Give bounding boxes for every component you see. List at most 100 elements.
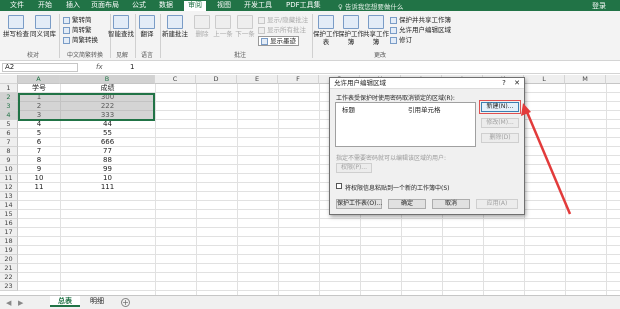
row-header[interactable]: 1 <box>0 84 18 93</box>
formula-input[interactable]: 1 <box>130 63 134 71</box>
spell-check-button[interactable]: 拼写检查 <box>3 15 29 38</box>
protect-sheet-button[interactable]: 保护工作表 <box>313 15 339 46</box>
protect-workbook-button[interactable]: 保护工作簿 <box>338 15 364 46</box>
table-cell[interactable]: 学号 <box>18 84 60 93</box>
show-all-comments-button[interactable]: 显示所有批注 <box>258 26 306 34</box>
column-header-c[interactable]: C <box>155 75 196 84</box>
tab-data[interactable]: 数据 <box>155 1 177 10</box>
column-header-e[interactable]: E <box>237 75 278 84</box>
tab-page-layout[interactable]: 页面布局 <box>87 1 123 10</box>
row-header[interactable]: 8 <box>0 147 18 156</box>
row-header[interactable]: 14 <box>0 201 18 210</box>
row-header[interactable]: 12 <box>0 183 18 192</box>
table-cell[interactable]: 11 <box>18 183 60 192</box>
row-header[interactable]: 2 <box>0 93 18 102</box>
share-workbook-button[interactable]: 共享工作簿 <box>363 15 389 46</box>
show-hide-comment-button[interactable]: 显示/隐藏批注 <box>258 16 308 24</box>
help-icon[interactable]: ? <box>500 79 508 87</box>
next-sheet-icon[interactable]: ▶ <box>18 299 23 307</box>
table-cell[interactable]: 99 <box>60 165 155 174</box>
tab-pdf-tools[interactable]: PDF工具集 <box>282 1 325 10</box>
table-cell[interactable]: 55 <box>60 129 155 138</box>
column-header-n[interactable]: N <box>606 75 620 84</box>
next-comment-button[interactable]: 下一条 <box>232 15 258 38</box>
smart-lookup-button[interactable]: 智能查找 <box>108 15 134 38</box>
row-header[interactable]: 22 <box>0 273 18 282</box>
modify-range-button[interactable]: 修改(M)... <box>481 118 519 128</box>
row-header[interactable]: 5 <box>0 120 18 129</box>
row-header[interactable]: 23 <box>0 282 18 291</box>
protect-share-button[interactable]: 保护并共享工作簿 <box>390 16 451 24</box>
table-cell[interactable]: 666 <box>60 138 155 147</box>
table-cell[interactable]: 44 <box>60 120 155 129</box>
column-header-f[interactable]: F <box>278 75 319 84</box>
table-cell[interactable]: 77 <box>60 147 155 156</box>
tab-file[interactable]: 文件 <box>6 1 28 10</box>
sheet-tab-detail[interactable]: 明细 <box>82 296 112 307</box>
new-comment-button[interactable]: 新建批注 <box>160 15 190 38</box>
new-range-button[interactable]: 新建(N)... <box>479 100 521 114</box>
table-cell[interactable]: 9 <box>18 165 60 174</box>
login-link[interactable]: 登录 <box>592 1 606 11</box>
row-header[interactable]: 16 <box>0 219 18 228</box>
sheet-tab-summary[interactable]: 总表 <box>50 296 80 307</box>
translate-button[interactable]: 翻译 <box>134 15 160 38</box>
table-cell[interactable]: 111 <box>60 183 155 192</box>
allow-edit-ranges-button[interactable]: 允许用户编辑区域 <box>390 26 451 34</box>
apply-button[interactable]: 应用(A) <box>476 199 518 209</box>
table-cell[interactable]: 10 <box>18 174 60 183</box>
name-box[interactable]: A2 <box>2 63 78 72</box>
prev-sheet-icon[interactable]: ◀ <box>6 299 11 307</box>
row-header[interactable]: 7 <box>0 138 18 147</box>
paste-permissions-checkbox[interactable] <box>336 183 342 189</box>
table-cell[interactable]: 6 <box>18 138 60 147</box>
spreadsheet-grid[interactable]: ABCDEFGHIJKLMN12345678910111213141516171… <box>0 75 620 295</box>
tab-insert[interactable]: 插入 <box>62 1 84 10</box>
protect-sheet-dialog-button[interactable]: 保护工作表(O)... <box>336 199 382 209</box>
row-header[interactable]: 4 <box>0 111 18 120</box>
tab-developer[interactable]: 开发工具 <box>240 1 276 10</box>
track-changes-button[interactable]: 修订 <box>390 36 412 44</box>
row-header[interactable]: 11 <box>0 174 18 183</box>
tab-home[interactable]: 开始 <box>34 1 56 10</box>
tab-formulas[interactable]: 公式 <box>128 1 150 10</box>
ranges-list[interactable]: 标题 引用单元格 <box>335 102 476 147</box>
row-header[interactable]: 19 <box>0 246 18 255</box>
delete-range-button[interactable]: 删除(D) <box>481 133 519 143</box>
column-header-m[interactable]: M <box>565 75 606 84</box>
table-cell[interactable]: 5 <box>18 129 60 138</box>
thesaurus-button[interactable]: 同义词库 <box>30 15 56 38</box>
row-header[interactable]: 3 <box>0 102 18 111</box>
table-cell[interactable]: 成绩 <box>60 84 155 93</box>
close-icon[interactable]: ✕ <box>513 79 521 87</box>
ok-button[interactable]: 确定 <box>388 199 426 209</box>
row-header[interactable]: 10 <box>0 165 18 174</box>
row-header[interactable]: 15 <box>0 210 18 219</box>
simp-to-trad-button[interactable]: 简转繁 <box>63 26 92 34</box>
table-cell[interactable]: 10 <box>60 174 155 183</box>
table-cell[interactable]: 8 <box>18 156 60 165</box>
row-header[interactable]: 21 <box>0 264 18 273</box>
column-header-b[interactable]: B <box>60 75 155 84</box>
table-cell[interactable]: 4 <box>18 120 60 129</box>
tell-me-box[interactable]: ♀ 告诉我您想要做什么 <box>338 1 403 11</box>
cancel-button[interactable]: 取消 <box>432 199 470 209</box>
tab-view[interactable]: 视图 <box>213 1 235 10</box>
tab-review[interactable]: 审阅 <box>184 1 206 11</box>
row-header[interactable]: 18 <box>0 237 18 246</box>
fx-icon[interactable]: fx <box>96 63 103 71</box>
convert-button[interactable]: 简繁转换 <box>63 36 98 44</box>
add-sheet-icon[interactable]: + <box>121 298 130 307</box>
permissions-button[interactable]: 权限(P)... <box>336 163 372 173</box>
table-cell[interactable]: 7 <box>18 147 60 156</box>
column-header-l[interactable]: L <box>524 75 565 84</box>
row-header[interactable]: 6 <box>0 129 18 138</box>
column-header-a[interactable]: A <box>18 75 60 84</box>
select-all-corner[interactable] <box>0 75 18 84</box>
row-header[interactable]: 17 <box>0 228 18 237</box>
trad-to-simp-button[interactable]: 繁转简 <box>63 16 92 24</box>
row-header[interactable]: 20 <box>0 255 18 264</box>
column-header-d[interactable]: D <box>196 75 237 84</box>
table-cell[interactable]: 88 <box>60 156 155 165</box>
show-ink-button[interactable]: 显示墨迹 <box>258 36 299 46</box>
